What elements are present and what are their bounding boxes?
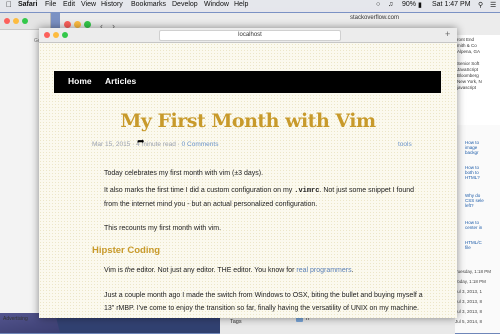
related-question-link[interactable]: How to center in <box>465 220 499 230</box>
finder-date: Jul 3, 2013, 1 <box>455 289 483 294</box>
related-question-link[interactable]: Why do CSS sele left? <box>465 193 499 208</box>
close-icon[interactable] <box>64 21 71 28</box>
job-ads[interactable]: ront End mith & Co Alpena, GA Senior Sof… <box>455 35 500 125</box>
menu-history[interactable]: History <box>101 1 123 8</box>
finder-date: Jul 3, 2013, 8 <box>455 309 483 314</box>
real-programmers-link[interactable]: real programmers <box>296 267 351 274</box>
minimize-icon[interactable] <box>53 32 59 38</box>
comments-link[interactable]: 0 Comments <box>182 141 219 148</box>
article-date: Mar 15, 2015 <box>92 141 131 148</box>
tools-tag-link[interactable]: tools <box>398 141 412 148</box>
minimize-icon[interactable] <box>13 18 19 24</box>
safari-window: localhost + Home Articles My First Month… <box>39 28 457 318</box>
article-meta: Mar 15, 2015 · 4 minute read · 0 Comment… <box>92 141 218 148</box>
volume-icon[interactable]: ♫ <box>388 1 393 8</box>
menu-bookmarks[interactable]: Bookmarks <box>131 1 166 8</box>
menu-safari[interactable]: Safari <box>18 1 37 8</box>
stackoverflow-sidebar: ront End mith & Co Alpena, GA Senior Sof… <box>455 35 500 333</box>
stackoverflow-url[interactable]: stackoverflow.com <box>350 15 399 21</box>
mouse-cursor-icon: ➦ <box>137 136 145 146</box>
article-title: My First Month with Vim <box>120 110 376 132</box>
menu-view[interactable]: View <box>81 1 96 8</box>
maximize-icon[interactable] <box>62 32 68 38</box>
finder-date: Tuesday, 1:18 PM <box>455 269 492 274</box>
finder-date: Jul 3, 2013, 8 <box>455 299 483 304</box>
menu-file[interactable]: File <box>45 1 56 8</box>
paragraph-2: It also marks the first time I did a cus… <box>104 184 429 211</box>
close-icon[interactable] <box>44 32 50 38</box>
apple-menu-icon[interactable]:  <box>6 0 12 9</box>
battery-icon: ▮ <box>418 2 422 9</box>
battery-percent[interactable]: 90% <box>402 1 416 8</box>
spotlight-icon[interactable]: ⚲ <box>478 1 483 9</box>
finder-tags-label[interactable]: Tags <box>230 319 242 325</box>
menu-edit[interactable]: Edit <box>63 1 75 8</box>
finder-date: Today, 1:18 PM <box>455 279 486 284</box>
paragraph-4-text: . <box>351 267 354 274</box>
menubar-clock[interactable]: Sat 1:47 PM <box>432 1 471 8</box>
maximize-icon[interactable] <box>22 18 28 24</box>
maximize-icon[interactable] <box>84 21 91 28</box>
notification-center-icon[interactable]: ☰ <box>490 1 496 9</box>
menu-help[interactable]: Help <box>234 1 248 8</box>
address-bar[interactable]: localhost <box>159 30 341 41</box>
close-icon[interactable] <box>4 18 10 24</box>
related-question-link[interactable]: How to both to HTML? <box>465 165 499 180</box>
safari-toolbar: localhost + <box>39 28 457 43</box>
vimrc-code: .vimrc <box>294 187 320 195</box>
nav-home[interactable]: Home <box>68 76 92 86</box>
nav-articles[interactable]: Articles <box>105 76 136 86</box>
paragraph-4: Vim is the editor. Not just any editor. … <box>104 264 429 277</box>
section-heading: Hipster Coding <box>92 245 161 256</box>
related-question-link[interactable]: How to image backgr <box>465 140 499 155</box>
paragraph-4-text: Vim is <box>104 267 125 274</box>
new-tab-icon[interactable]: + <box>445 29 450 39</box>
site-navbar: Home Articles <box>54 71 441 93</box>
advertising-link[interactable]: Advertising <box>3 316 28 322</box>
menu-window[interactable]: Window <box>204 1 229 8</box>
minimize-icon[interactable] <box>74 21 81 28</box>
paragraph-1: Today celebrates my first month with vim… <box>104 170 264 177</box>
menu-develop[interactable]: Develop <box>172 1 198 8</box>
paragraph-2-text: It also marks the first time I did a cus… <box>104 187 295 194</box>
wifi-icon[interactable]: ○ <box>376 1 380 8</box>
paragraph-4-text: editor. Not just any editor. THE editor.… <box>134 267 297 274</box>
paragraph-3: This recounts my first month with vim. <box>104 225 222 232</box>
paragraph-5: Just a couple month ago I made the switc… <box>104 292 423 312</box>
related-question-link[interactable]: HTML/C file <box>465 240 499 250</box>
menu-bar:  Safari File Edit View History Bookmark… <box>0 0 500 12</box>
finder-date: Jul 5, 2014, 8 <box>455 319 483 324</box>
emphasis-the: the <box>124 267 135 274</box>
